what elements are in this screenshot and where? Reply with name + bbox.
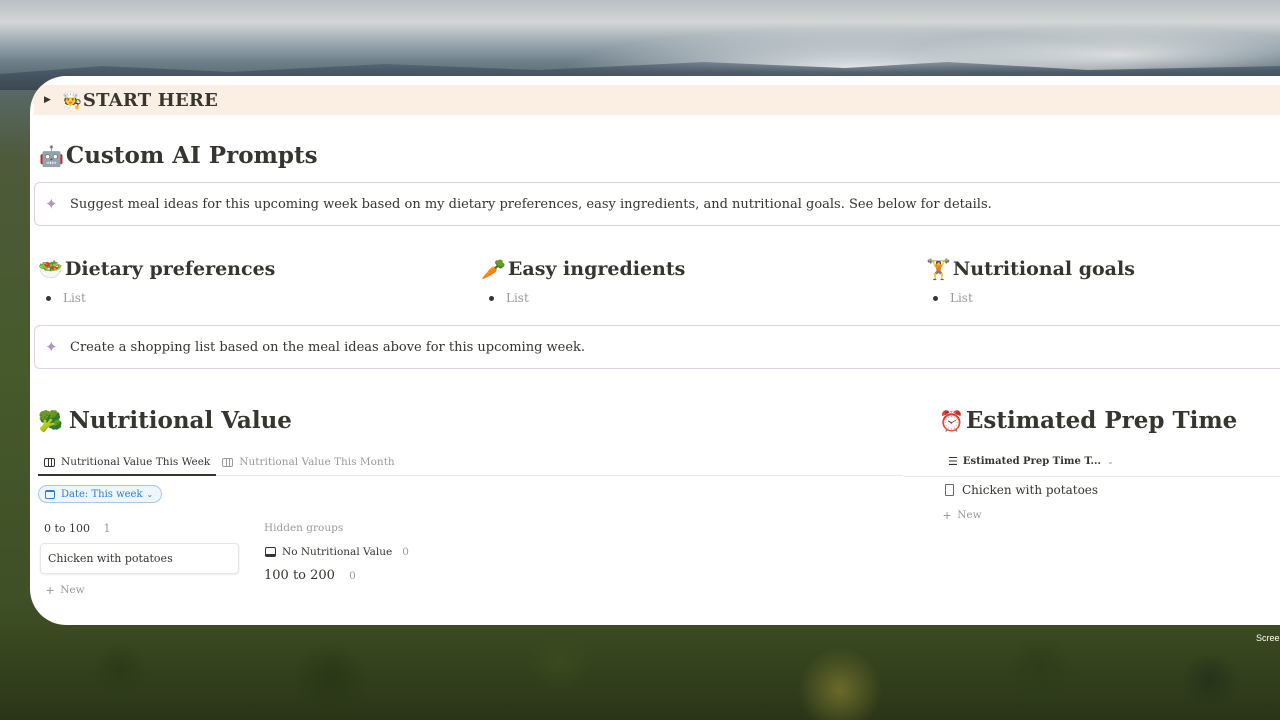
item-title: Chicken with potatoes [962,483,1099,497]
hidden-groups-label: Hidden groups [264,522,344,534]
start-here-toggle[interactable]: ▶ 🧑‍🍳 START HERE [34,85,1280,115]
nutritional-value-heading: 🥦 Nutritional Value [38,407,292,434]
salad-emoji-icon: 🥗 [38,257,63,281]
bullet-icon [46,295,51,301]
ai-prompt-text: Create a shopping list based on the meal… [70,339,586,355]
prep-title: Estimated Prep Time [965,407,1238,434]
view-label: Estimated Prep Time T... [962,456,1101,467]
bullet-icon [933,295,938,301]
divider [904,476,1280,477]
page-icon [945,484,954,496]
weightlifter-emoji-icon: 🏋️ [926,257,951,281]
toggle-title: START HERE [82,89,219,111]
tab-label: Nutritional Value This Month [239,456,395,468]
group-count: 1 [103,522,111,535]
plus-icon: + [943,507,952,523]
robot-emoji-icon: 🤖 [39,143,64,168]
broccoli-emoji-icon: 🥦 [38,408,63,433]
desktop-file-label[interactable]: Scree [1256,633,1280,643]
tab-this-week[interactable]: Nutritional Value This Week [38,450,217,476]
list-item[interactable]: List [46,291,86,305]
ai-prompt-block[interactable]: ✦ Create a shopping list based on the me… [34,325,1280,369]
bullet-icon [489,295,494,301]
board-view-icon [44,457,55,467]
forest [0,620,1280,720]
list-placeholder: List [506,291,529,305]
hidden-group-count: 0 [349,570,356,582]
column-title: Nutritional goals [952,258,1135,280]
column-title: Easy ingredients [507,258,686,280]
hidden-group-100-200[interactable]: 100 to 200 0 [264,568,356,583]
plus-icon: + [46,582,55,598]
ai-prompt-text: Suggest meal ideas for this upcoming wee… [70,196,992,212]
hidden-group-count: 0 [402,546,409,558]
sparkle-icon: ✦ [45,338,58,356]
list-item[interactable]: Chicken with potatoes [945,483,1098,497]
board-group-header: 0 to 100 1 [44,522,111,535]
filter-label: Date: This week [61,488,143,500]
new-item-button[interactable]: + New [943,508,982,522]
list-placeholder: List [63,291,86,305]
new-label: New [60,584,85,596]
estimated-prep-time-heading: ⏰ Estimated Prep Time [939,407,1237,434]
list-placeholder: List [950,291,973,305]
tab-this-month[interactable]: Nutritional Value This Month [216,450,400,474]
chevron-down-icon: ⌄ [146,489,154,499]
nutritional-goals-heading: 🏋️ Nutritional goals [926,257,1135,281]
group-label: 0 to 100 [44,522,91,535]
sparkle-icon: ✦ [45,195,58,213]
easy-ingredients-heading: 🥕 Easy ingredients [481,257,685,281]
custom-ai-title: Custom AI Prompts [65,142,318,169]
tab-label: Nutritional Value This Week [61,456,211,468]
board-card[interactable]: Chicken with potatoes [40,543,239,574]
hidden-group-no-value[interactable]: No Nutritional Value 0 [265,546,409,558]
chef-emoji-icon: 🧑‍🍳 [62,90,82,110]
alarm-clock-emoji-icon: ⏰ [939,408,964,433]
list-item[interactable]: List [489,291,529,305]
toggle-triangle-icon[interactable]: ▶ [44,95,58,105]
calendar-icon [45,489,55,499]
inbox-icon [265,547,276,557]
database-view-tabs: Nutritional Value This Week Nutritional … [38,450,903,476]
chevron-down-icon: ⌄ [1106,457,1114,466]
ai-prompt-block[interactable]: ✦ Suggest meal ideas for this upcoming w… [34,182,1280,226]
date-filter-chip[interactable]: Date: This week ⌄ [38,485,163,503]
prep-view-selector[interactable]: ☰ Estimated Prep Time T... ⌄ [948,455,1114,468]
dietary-preferences-heading: 🥗 Dietary preferences [38,257,275,281]
new-card-button[interactable]: + New [46,583,85,597]
hidden-group-label: 100 to 200 [264,568,335,583]
list-item[interactable]: List [933,291,973,305]
new-label: New [957,509,982,521]
notion-page: ▶ 🧑‍🍳 START HERE 🤖 Custom AI Prompts ✦ S… [30,76,1280,625]
carrot-emoji-icon: 🥕 [481,257,506,281]
custom-ai-heading: 🤖 Custom AI Prompts [39,142,318,169]
board-view-icon [222,457,234,467]
list-view-icon: ☰ [948,455,958,468]
hidden-group-label: No Nutritional Value [282,546,393,558]
nutritional-value-title: Nutritional Value [68,407,292,434]
column-title: Dietary preferences [64,258,276,280]
